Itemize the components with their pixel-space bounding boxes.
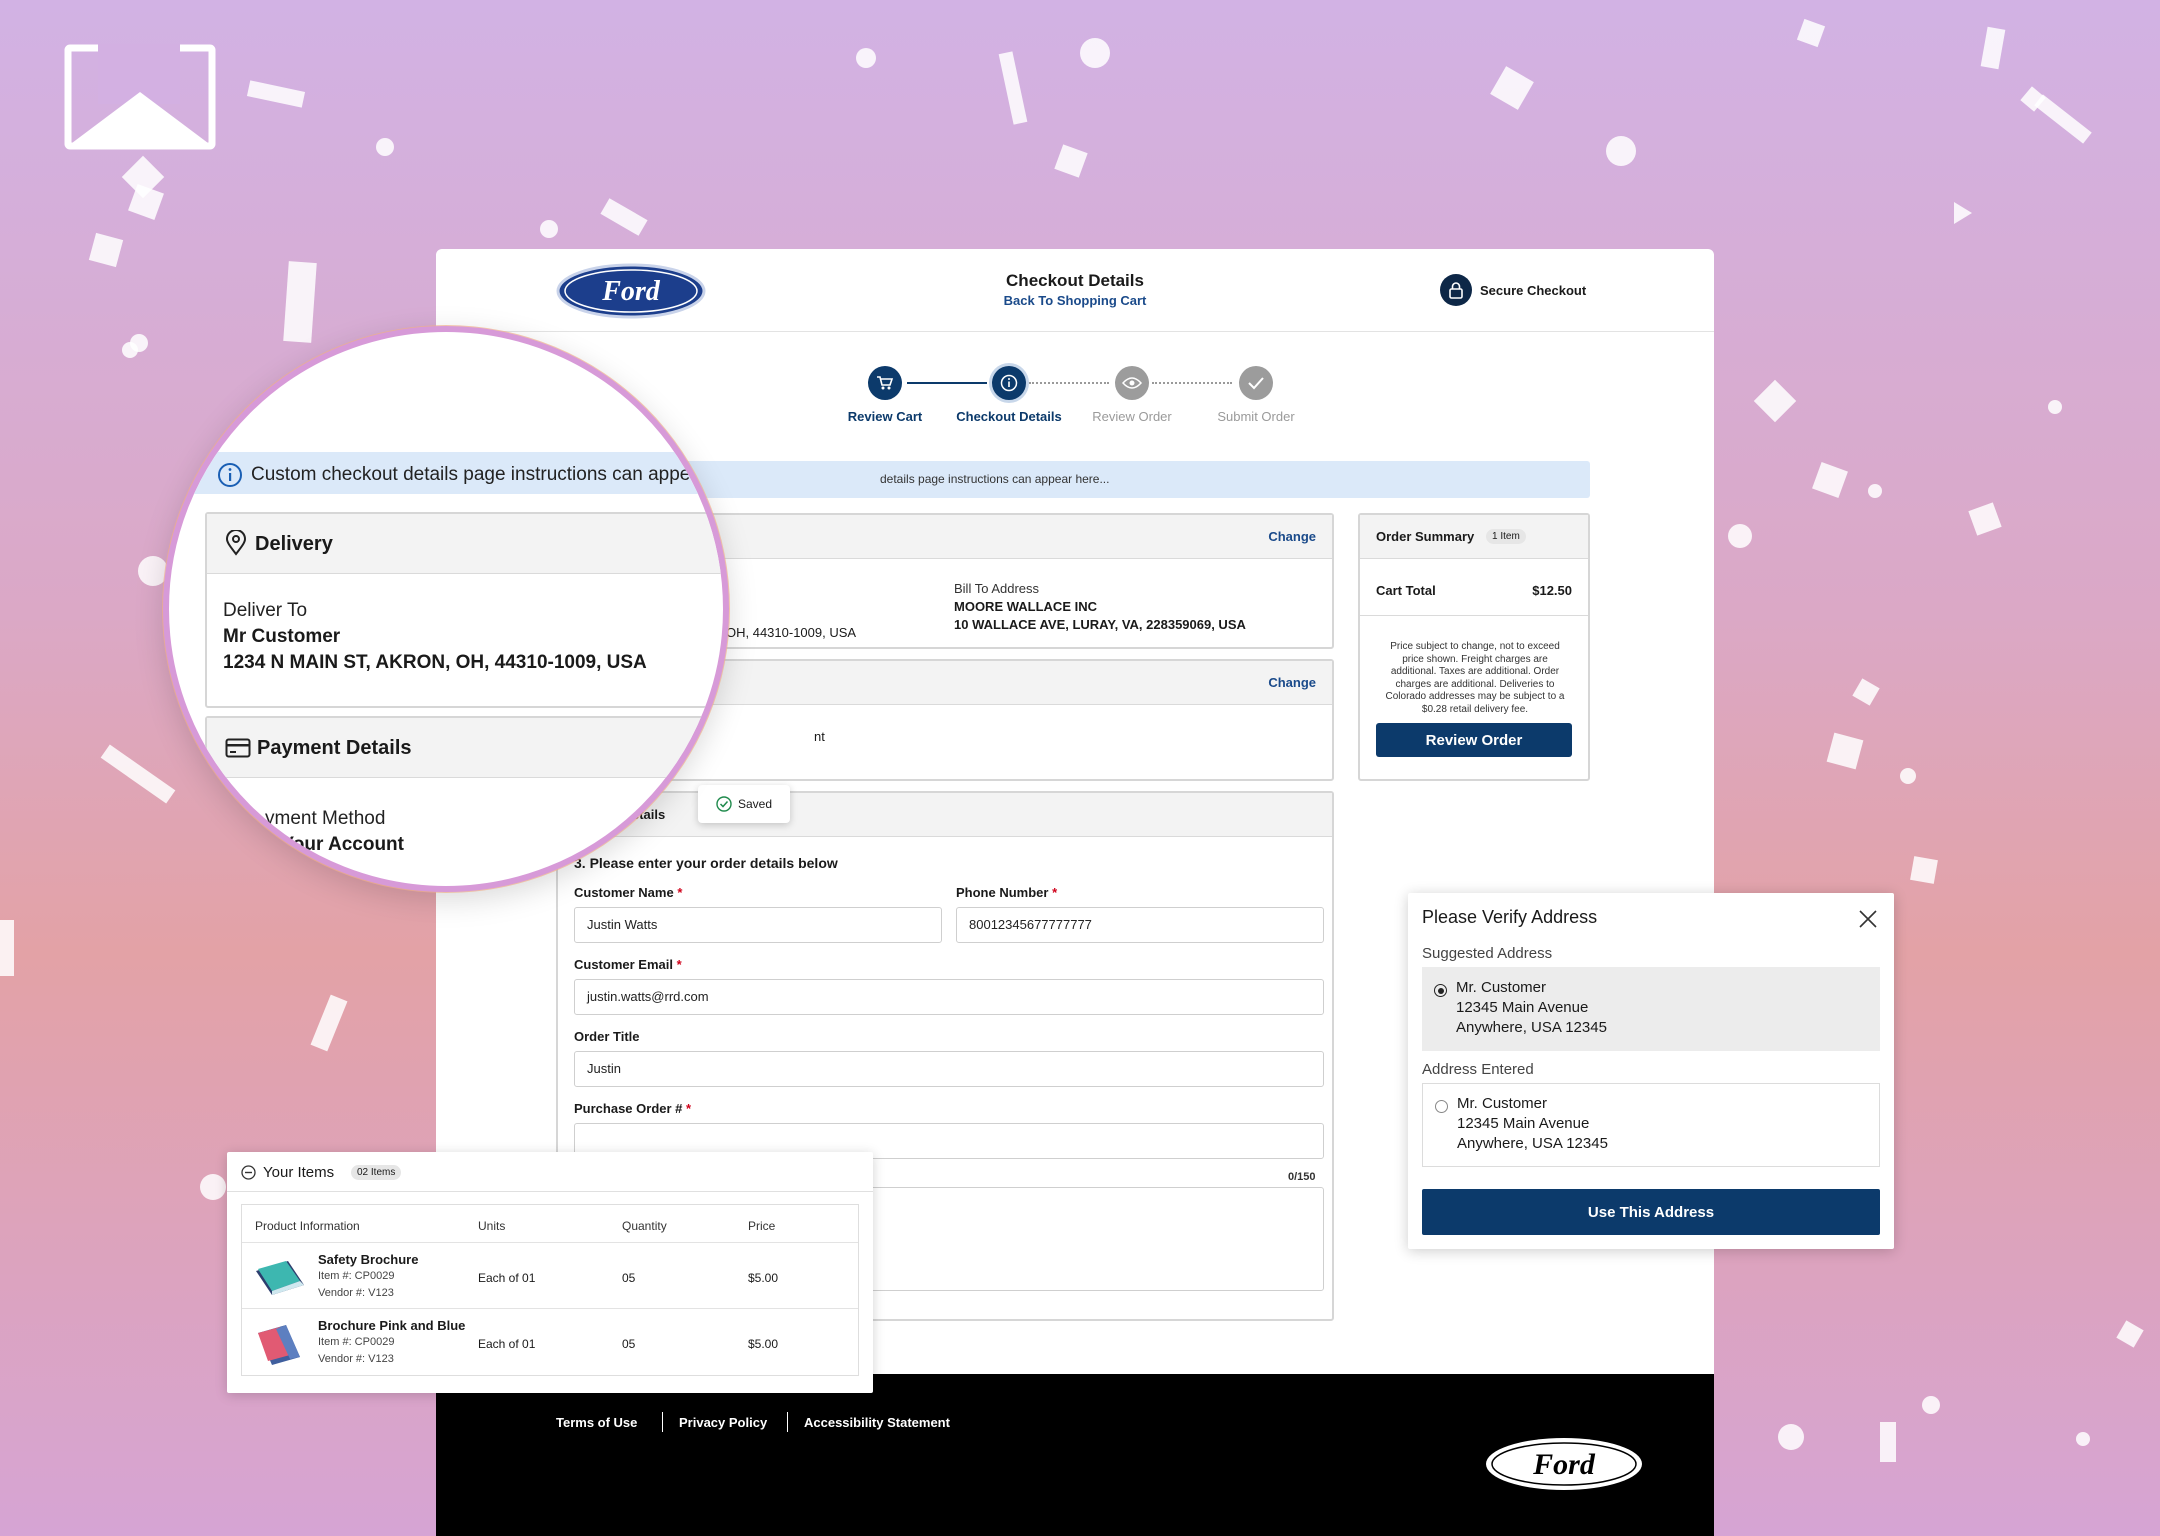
items-table-header: Product Information Units Quantity Price: [242, 1205, 858, 1243]
bill-to-name: MOORE WALLACE INC: [954, 599, 1097, 614]
items-count-badge: 02 Items: [351, 1165, 402, 1180]
terms-of-use-link[interactable]: Terms of Use: [556, 1415, 637, 1430]
step-review-cart-cart-icon[interactable]: [868, 366, 902, 400]
table-row: Safety Brochure Item #: CP0029 Vendor #:…: [242, 1243, 858, 1309]
close-icon[interactable]: [1858, 909, 1878, 929]
delivery-change-link[interactable]: Change: [1268, 529, 1316, 544]
lock-icon: [1440, 274, 1472, 306]
suggested-address-label: Suggested Address: [1422, 945, 1553, 962]
character-counter: 0/150: [1288, 1171, 1316, 1183]
cart-total-label: Cart Total: [1376, 583, 1436, 598]
customer-email-label: Customer Email *: [574, 957, 682, 972]
zoom-payment-section: Payment Details yment Method o Your Acco…: [205, 716, 723, 886]
phone-input[interactable]: 80012345677777777: [956, 907, 1324, 943]
privacy-policy-link[interactable]: Privacy Policy: [679, 1415, 767, 1430]
suggested-address-option[interactable]: Mr. Customer 12345 Main Avenue Anywhere,…: [1422, 967, 1880, 1051]
brand-logo-icon: [64, 44, 216, 150]
order-summary-title: Order Summary: [1376, 529, 1475, 544]
step-submit-order-check-icon: [1239, 366, 1273, 400]
svg-text:Ford: Ford: [1532, 1448, 1596, 1481]
order-summary-panel: Order Summary 1 Item Cart Total $12.50 P…: [1358, 513, 1590, 781]
step-label-submit-order: Submit Order: [1217, 409, 1295, 424]
credit-card-icon: [225, 738, 251, 758]
customer-name-input[interactable]: Justin Watts: [574, 907, 942, 943]
address-entered-label: Address Entered: [1422, 1061, 1534, 1078]
item-count-badge: 1 Item: [1486, 529, 1526, 544]
table-row: Brochure Pink and Blue Item #: CP0029 Ve…: [242, 1309, 858, 1375]
pink-blue-brochure-thumbnail: [258, 1325, 300, 1365]
verify-address-modal: Please Verify Address Suggested Address …: [1408, 893, 1894, 1249]
your-items-title: Your Items: [263, 1164, 335, 1181]
step-checkout-details-info-icon[interactable]: [992, 366, 1026, 400]
suggested-radio[interactable]: [1434, 984, 1447, 997]
purchase-order-label: Purchase Order # *: [574, 1101, 692, 1116]
safety-brochure-thumbnail: [256, 1261, 304, 1295]
bill-to-address: 10 WALLACE AVE, LURAY, VA, 228359069, US…: [954, 617, 1246, 632]
order-title-label: Order Title: [574, 1029, 640, 1044]
step-label-review-cart[interactable]: Review Cart: [815, 409, 955, 424]
review-order-button[interactable]: Review Order: [1376, 723, 1572, 757]
step-review-order-eye-icon: [1115, 366, 1149, 400]
your-items-panel: Your Items 02 Items Product Information …: [227, 1152, 873, 1393]
summary-disclaimer: Price subject to change, not to exceed p…: [1385, 641, 1565, 715]
accessibility-statement-link[interactable]: Accessibility Statement: [804, 1415, 950, 1430]
collapse-minus-icon[interactable]: [241, 1165, 256, 1180]
info-icon: [218, 463, 242, 487]
step-label-checkout-details[interactable]: Checkout Details: [939, 409, 1079, 424]
cart-total-value: $12.50: [1532, 583, 1572, 598]
secure-checkout: Secure Checkout: [1440, 274, 1586, 306]
customer-email-input[interactable]: justin.watts@rrd.com: [574, 979, 1324, 1015]
order-title-input[interactable]: Justin: [574, 1051, 1324, 1087]
entered-radio[interactable]: [1435, 1100, 1448, 1113]
page-footer: Terms of Use Privacy Policy Accessibilit…: [436, 1374, 1714, 1536]
ship-address-partial: OH, 44310-1009, USA: [726, 625, 857, 640]
zoom-delivery-section: Delivery Deliver To Mr Customer 1234 N M…: [205, 512, 723, 708]
footer-ford-logo: Ford: [1486, 1438, 1642, 1490]
location-pin-icon: [225, 530, 247, 556]
magnifier-zoom: Custom checkout details page instruction…: [163, 326, 729, 892]
use-this-address-button[interactable]: Use This Address: [1422, 1189, 1880, 1235]
customer-name-label: Customer Name *: [574, 885, 683, 900]
step-label-review-order: Review Order: [1092, 409, 1172, 424]
bill-to-label: Bill To Address: [954, 581, 1040, 596]
verify-address-title: Please Verify Address: [1422, 907, 1598, 927]
phone-label: Phone Number *: [956, 885, 1058, 900]
entered-address-option[interactable]: Mr. Customer 12345 Main Avenue Anywhere,…: [1422, 1083, 1880, 1167]
payment-change-link[interactable]: Change: [1268, 675, 1316, 690]
